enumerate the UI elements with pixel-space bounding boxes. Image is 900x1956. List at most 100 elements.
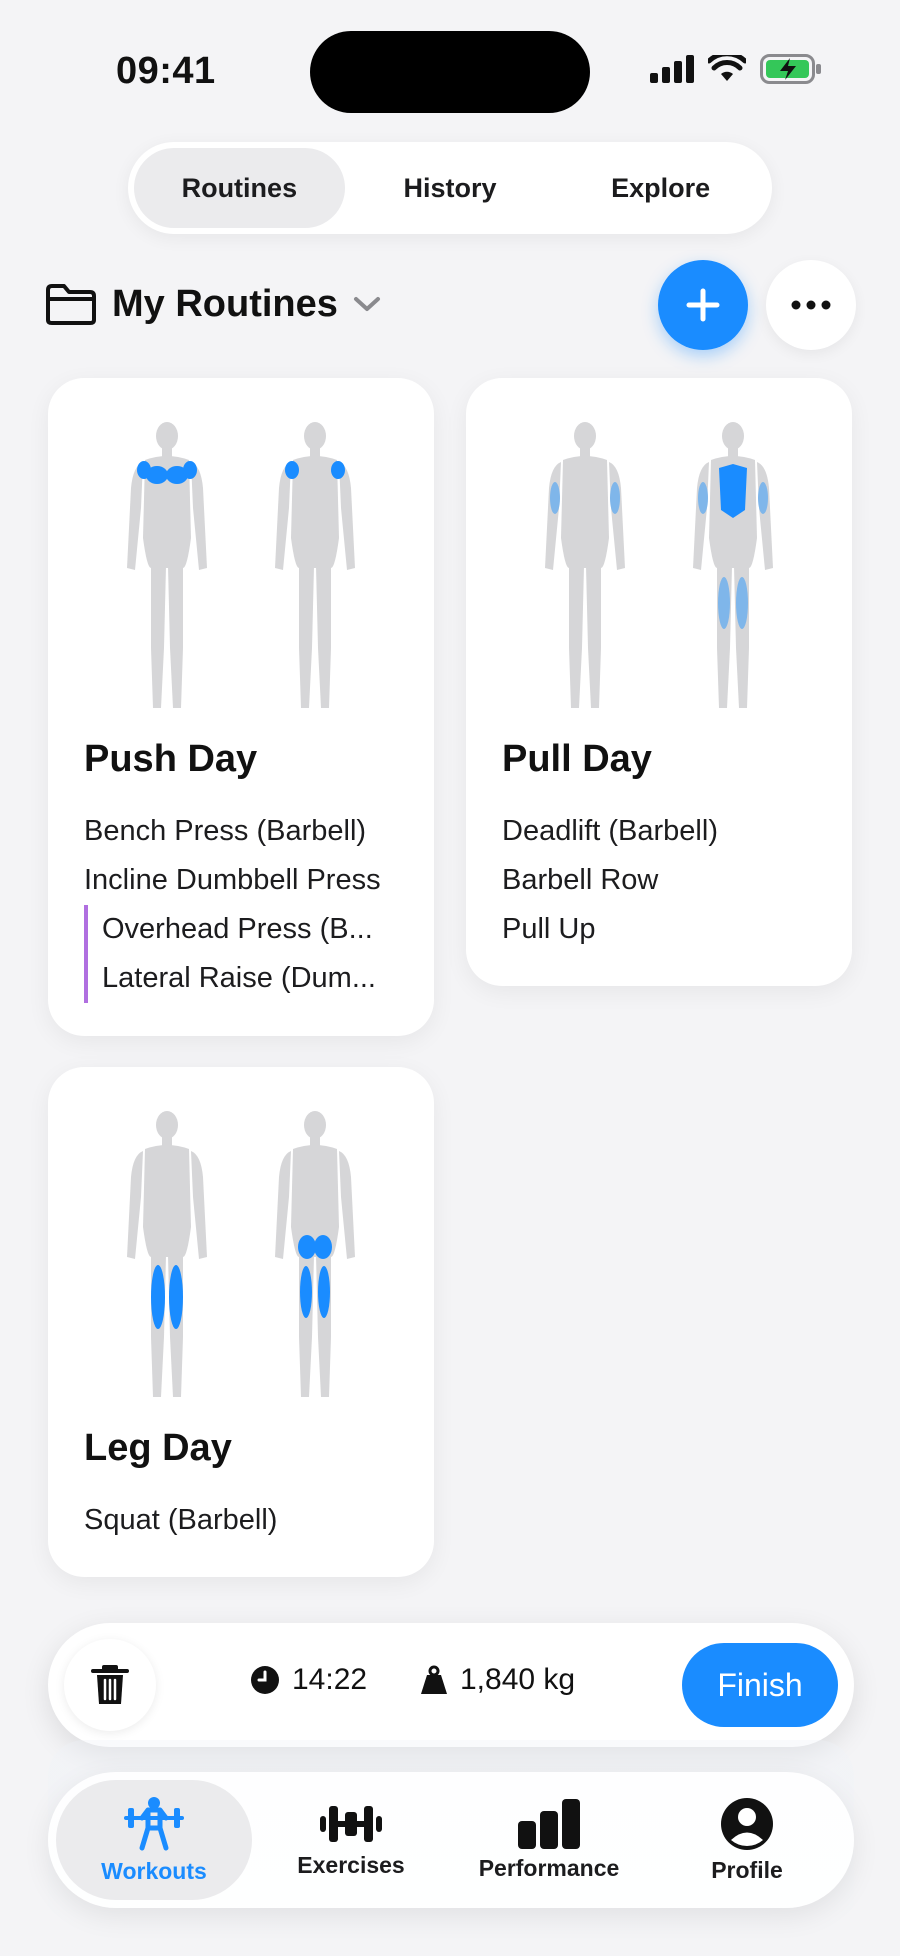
segment-routines[interactable]: Routines (134, 148, 345, 228)
exercise-item: Incline Dumbbell Press (84, 864, 381, 896)
body-segment (609, 462, 625, 570)
tab-label: Profile (711, 1856, 783, 1883)
body-segment (191, 462, 207, 570)
body-segment (127, 462, 143, 570)
segment-explore[interactable]: Explore (555, 148, 766, 228)
body-segment (291, 1145, 339, 1257)
exercise-list: Deadlift (Barbell) Barbell Row Pull Up (502, 807, 816, 954)
body-segment (316, 566, 331, 708)
muscle-map (84, 378, 398, 738)
section-title: My Routines (112, 282, 338, 325)
exercise-item: Deadlift (Barbell) (502, 815, 718, 847)
bar-chart-icon (518, 1798, 580, 1849)
arms-muscle (550, 482, 560, 514)
routine-card-leg[interactable]: Leg Day Squat (Barbell) (48, 1067, 434, 1577)
dynamic-island (310, 31, 590, 113)
exercise-item: Squat (Barbell) (84, 1504, 278, 1536)
volume-value: 1,840 kg (460, 1663, 576, 1696)
arms-muscle (758, 482, 768, 514)
body-segment (156, 1111, 178, 1139)
routine-card-pull[interactable]: Pull Day Deadlift (Barbell) Barbell Row … (466, 378, 852, 986)
exercise-list: Bench Press (Barbell) Incline Dumbbell P… (84, 807, 398, 1003)
weightlifter-icon (124, 1796, 184, 1850)
tab-profile[interactable]: Profile (648, 1780, 846, 1900)
hamstrings-muscle (736, 577, 748, 629)
active-workout-bar[interactable]: 14:22 1,840 kg Finish (48, 1623, 854, 1747)
muscle-map (84, 1067, 398, 1427)
wifi-icon (708, 55, 746, 81)
exercise-item: Pull Up (502, 913, 596, 945)
back-body-icon (693, 422, 773, 708)
body-segment (586, 566, 601, 708)
quads-muscle (169, 1265, 183, 1329)
signal-icon (650, 55, 694, 83)
body-segment (574, 422, 596, 450)
body-segment (545, 462, 561, 570)
tab-exercises[interactable]: Exercises (252, 1780, 450, 1900)
body-segment (304, 422, 326, 450)
exercise-item: Bench Press (Barbell) (84, 815, 367, 847)
status-bar: 09:41 (0, 0, 900, 130)
weight-icon (421, 1665, 447, 1694)
clock-icon (251, 1666, 279, 1694)
tab-label: Exercises (297, 1851, 405, 1878)
hamstrings-muscle (300, 1266, 312, 1318)
body-segment (339, 462, 355, 570)
routine-card-push[interactable]: Push Day Bench Press (Barbell) Incline D… (48, 378, 434, 1036)
discard-workout-button[interactable] (64, 1639, 156, 1731)
segment-history[interactable]: History (345, 148, 556, 228)
routine-title: Push Day (84, 738, 258, 780)
body-segment (299, 566, 314, 708)
body-segment (275, 1151, 291, 1259)
folder-icon (46, 284, 96, 325)
tab-bar: Workouts Exercises Performance Profile (48, 1772, 854, 1908)
person-circle-icon (721, 1797, 773, 1850)
body-segment (151, 566, 166, 708)
back-muscle (733, 464, 747, 518)
exercise-item: Barbell Row (502, 864, 659, 896)
front-body-icon (545, 422, 625, 708)
routine-title: Pull Day (502, 738, 652, 780)
body-segment (304, 1111, 326, 1139)
battery-charging-icon (760, 54, 821, 84)
tab-performance[interactable]: Performance (450, 1780, 648, 1900)
back-body-icon (275, 422, 355, 708)
body-segment (339, 1151, 355, 1259)
more-options-button[interactable] (766, 260, 856, 350)
hamstrings-muscle (718, 577, 730, 629)
folder-selector[interactable]: My Routines (44, 272, 382, 336)
chevron-down-icon (353, 297, 380, 311)
back-muscle (719, 464, 733, 518)
front-body-icon (127, 1111, 207, 1397)
ellipsis-icon (791, 300, 831, 310)
status-icons (650, 54, 822, 84)
tab-workouts[interactable]: Workouts (56, 1780, 252, 1900)
arms-muscle (698, 482, 708, 514)
back-body-icon (275, 1111, 355, 1397)
routine-title: Leg Day (84, 1427, 232, 1469)
body-segment (722, 422, 744, 450)
trash-icon (91, 1665, 129, 1704)
body-segment (275, 462, 291, 570)
view-segmented-control: Routines History Explore (128, 142, 772, 234)
status-time: 09:41 (116, 50, 216, 92)
muscle-map (502, 378, 816, 738)
quads-muscle (151, 1265, 165, 1329)
finish-workout-button[interactable]: Finish (682, 1643, 838, 1727)
hamstrings-muscle (318, 1266, 330, 1318)
tab-label: Performance (478, 1854, 620, 1881)
arms-muscle (610, 482, 620, 514)
body-segment (757, 462, 773, 570)
body-segment (561, 456, 609, 568)
body-segment (168, 566, 183, 708)
add-routine-button[interactable] (658, 260, 748, 350)
duration-value: 14:22 (292, 1663, 368, 1696)
glutes-muscle (298, 1235, 316, 1259)
tab-label: Workouts (101, 1857, 207, 1884)
plus-icon (686, 288, 720, 322)
shoulders-muscle (331, 461, 345, 479)
body-segment (143, 1145, 191, 1257)
shoulders-muscle (285, 461, 299, 479)
body-segment (156, 422, 178, 450)
workout-volume: 1,840 kg (420, 1663, 575, 1697)
